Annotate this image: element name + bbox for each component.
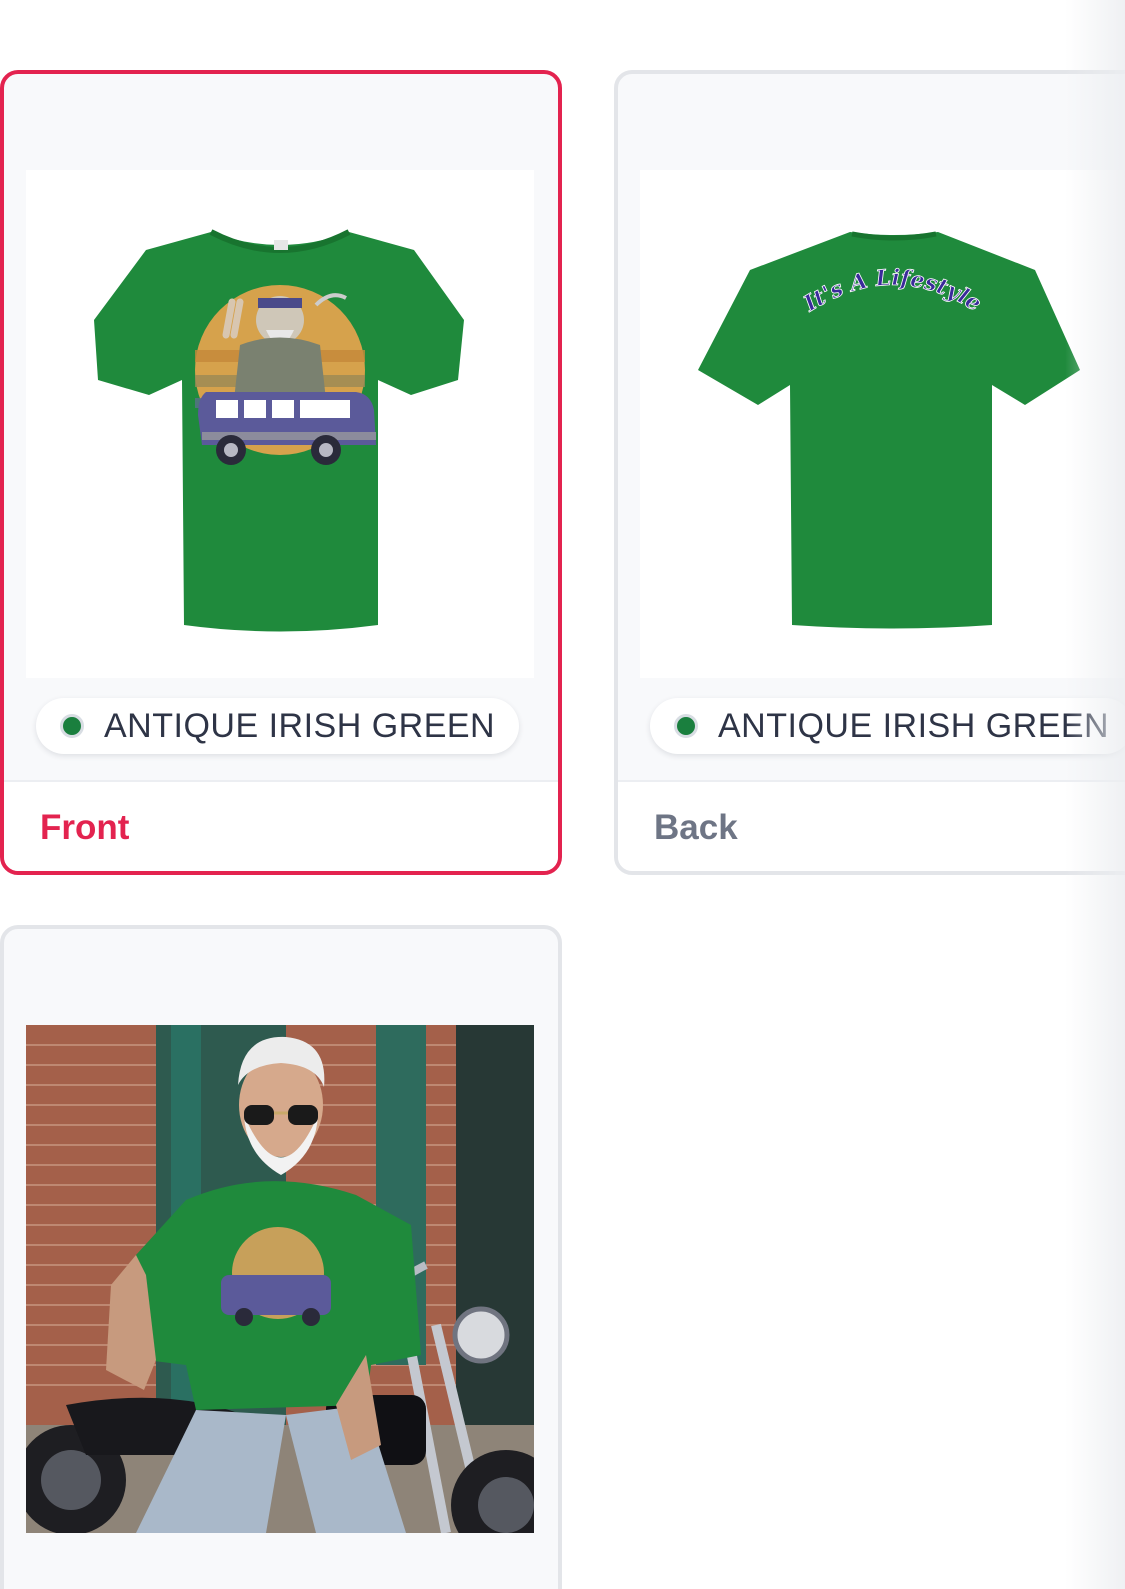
color-pill-front: ANTIQUE IRISH GREEN — [36, 698, 520, 754]
color-name: ANTIQUE IRISH GREEN — [104, 706, 496, 745]
color-pill-back: ANTIQUE IRISH GREEN — [650, 698, 1125, 754]
card-footer: Front — [4, 780, 558, 871]
color-swatch — [60, 714, 84, 738]
view-card-back[interactable]: It's A Lifestyle ANTIQUE IRISH GREEN Bac… — [614, 70, 1125, 875]
model-photo — [26, 1025, 534, 1533]
view-label-back: Back — [654, 808, 738, 847]
view-card-front[interactable]: ANTIQUE IRISH GREEN Front — [0, 70, 562, 875]
front-shirt-image — [26, 170, 534, 678]
color-swatch — [674, 714, 698, 738]
view-label-front: Front — [40, 808, 130, 847]
mockup-view-selector: ANTIQUE IRISH GREEN Front It's A Lifesty… — [0, 0, 1125, 1589]
card-footer: Back — [618, 780, 1125, 871]
view-card-model[interactable] — [0, 925, 562, 1589]
color-name: ANTIQUE IRISH GREEN — [718, 706, 1110, 745]
back-shirt-image: It's A Lifestyle — [640, 170, 1125, 678]
